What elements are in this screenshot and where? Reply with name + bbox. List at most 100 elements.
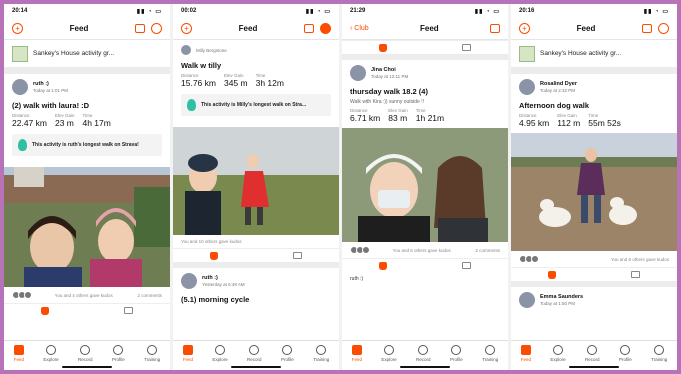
kudos-avatars <box>519 255 539 263</box>
phone-screen-1: 20:14 ▮▮ ◔ ▭ + Feed Sankey's House activ… <box>4 4 170 370</box>
tab-explore[interactable]: Explore <box>212 345 228 362</box>
stat-value: 22.47 km <box>12 118 47 128</box>
club-banner[interactable]: Sankey's House activity gr... <box>511 40 677 68</box>
back-button[interactable]: ‹ Club <box>350 25 369 32</box>
kudos-row[interactable]: You and 8 others gave kudos <box>511 251 677 267</box>
avatar[interactable] <box>12 79 28 95</box>
athlete-name[interactable]: ruth :) <box>33 81 68 87</box>
signal-wifi-battery-icon: ▮▮ ◔ ▭ <box>136 8 162 15</box>
kudos-thumb-icon[interactable] <box>41 306 50 315</box>
activity-card[interactable]: Milly Bergstone Walk w tilly Distance 15.… <box>173 40 339 127</box>
tab-record[interactable]: Record <box>247 345 262 362</box>
add-icon[interactable]: + <box>519 23 530 34</box>
activity-card[interactable]: Rosalind Dyer Today at 2:32 PM Afternoon… <box>511 74 677 133</box>
tab-feed[interactable]: Feed <box>521 345 531 362</box>
comment-icon[interactable] <box>292 252 302 259</box>
bottom-tab-bar: Feed Explore Record Profile Training <box>4 340 170 370</box>
nav-title: Feed <box>238 24 258 33</box>
tab-label: Profile <box>449 357 463 362</box>
friends-icon[interactable] <box>134 24 145 33</box>
avatar[interactable] <box>181 45 191 55</box>
comment-icon[interactable] <box>461 44 471 51</box>
friends-icon[interactable] <box>303 24 314 33</box>
avatar[interactable] <box>181 273 197 289</box>
kudos-row[interactable]: You and 10 others gave kudos <box>173 235 339 248</box>
friends-icon[interactable] <box>489 24 500 33</box>
tab-label: Feed <box>182 357 193 362</box>
activity-card[interactable]: Emma Saunders Today at 1:50 PM <box>511 287 677 313</box>
kudos-thumb-icon[interactable] <box>379 261 388 270</box>
tab-profile[interactable]: Profile <box>450 345 463 362</box>
home-icon <box>520 345 531 355</box>
tab-training[interactable]: Training <box>144 345 160 362</box>
notifications-icon[interactable] <box>150 23 162 34</box>
kudos-thumb-icon[interactable] <box>379 43 388 52</box>
top-nav: + Feed <box>173 18 339 40</box>
kudos-text: You and 8 others gave kudos <box>610 256 669 262</box>
activity-title[interactable]: thursday walk 18.2 (4) <box>350 87 500 96</box>
tab-explore[interactable]: Explore <box>381 345 397 362</box>
avatar[interactable] <box>519 292 535 308</box>
comment-icon[interactable] <box>630 271 640 278</box>
activity-photo[interactable] <box>511 133 677 251</box>
tab-label: Profile <box>280 357 294 362</box>
tab-record[interactable]: Record <box>416 345 431 362</box>
tab-training[interactable]: Training <box>651 345 667 362</box>
activity-photo[interactable] <box>342 128 508 242</box>
nav-title: Feed <box>69 24 89 33</box>
activity-title[interactable]: (2) walk with laura! :D <box>12 101 162 110</box>
tab-explore[interactable]: Explore <box>43 345 59 362</box>
activity-card[interactable]: ruth :) Yesterday at 6:48 AM (5.1) morni… <box>173 268 339 312</box>
activity-card[interactable]: ruth :) Today at 1:01 PM (2) walk with l… <box>4 74 170 167</box>
activity-stats: Distance 6.71 km Elev Gain 83 m Time 1h 21m <box>350 108 500 123</box>
kudos-thumb-icon[interactable] <box>210 251 219 260</box>
club-banner[interactable]: Sankey's House activity gr... <box>4 40 170 68</box>
activity-photo[interactable] <box>173 127 339 235</box>
activity-photo[interactable] <box>4 167 170 287</box>
activity-title[interactable]: (5.1) morning cycle <box>181 295 331 304</box>
comment-author: ruth :) <box>350 276 364 282</box>
tab-profile[interactable]: Profile <box>112 345 125 362</box>
tab-training[interactable]: Training <box>482 345 498 362</box>
athlete-name[interactable]: Jina Choi <box>371 67 408 73</box>
activity-title[interactable]: Afternoon dog walk <box>519 101 669 110</box>
add-icon[interactable]: + <box>12 23 23 34</box>
avatar[interactable] <box>350 65 366 81</box>
comment-preview[interactable]: ruth :) <box>342 272 508 286</box>
tab-explore[interactable]: Explore <box>550 345 566 362</box>
stat-value: 112 m <box>557 118 581 128</box>
tab-feed[interactable]: Feed <box>352 345 362 362</box>
comment-icon[interactable] <box>461 262 471 269</box>
stat-value: 3h 12m <box>255 78 284 88</box>
athlete-name[interactable]: Emma Saunders <box>540 294 583 300</box>
compass-icon <box>215 345 225 355</box>
athlete-name[interactable]: Rosalind Dyer <box>540 81 577 87</box>
activity-card[interactable]: Jina Choi Today at 12:11 PM thursday wal… <box>342 60 508 128</box>
top-nav: ‹ Club Feed <box>342 18 508 40</box>
kudos-row[interactable]: You and 6 others gave kudos 2 comments <box>342 242 508 258</box>
kudos-thumb-icon[interactable] <box>548 270 557 279</box>
avatar[interactable] <box>519 79 535 95</box>
notifications-icon[interactable] <box>319 23 331 34</box>
kudos-row[interactable]: You and 4 others gave kudos 2 comments <box>4 287 170 303</box>
comment-count[interactable]: 2 comments <box>137 293 162 298</box>
tab-profile[interactable]: Profile <box>619 345 632 362</box>
tab-training[interactable]: Training <box>313 345 329 362</box>
athlete-name[interactable]: Milly Bergstone <box>196 48 227 53</box>
comment-icon[interactable] <box>123 307 133 314</box>
activity-timestamp: Today at 1:01 PM <box>33 88 69 93</box>
tab-record[interactable]: Record <box>78 345 93 362</box>
tab-feed[interactable]: Feed <box>14 345 24 362</box>
tab-feed[interactable]: Feed <box>183 345 193 362</box>
comment-count[interactable]: 2 comments <box>475 248 500 253</box>
notifications-icon[interactable] <box>657 23 669 34</box>
tab-record[interactable]: Record <box>585 345 600 362</box>
tab-profile[interactable]: Profile <box>281 345 294 362</box>
friends-icon[interactable] <box>641 24 652 33</box>
tab-label: Record <box>416 357 431 362</box>
kudos-avatars <box>12 291 32 299</box>
activity-title[interactable]: Walk w tilly <box>181 61 331 70</box>
medal-icon <box>18 139 27 151</box>
athlete-name[interactable]: ruth :) <box>202 275 245 281</box>
add-icon[interactable]: + <box>181 23 192 34</box>
